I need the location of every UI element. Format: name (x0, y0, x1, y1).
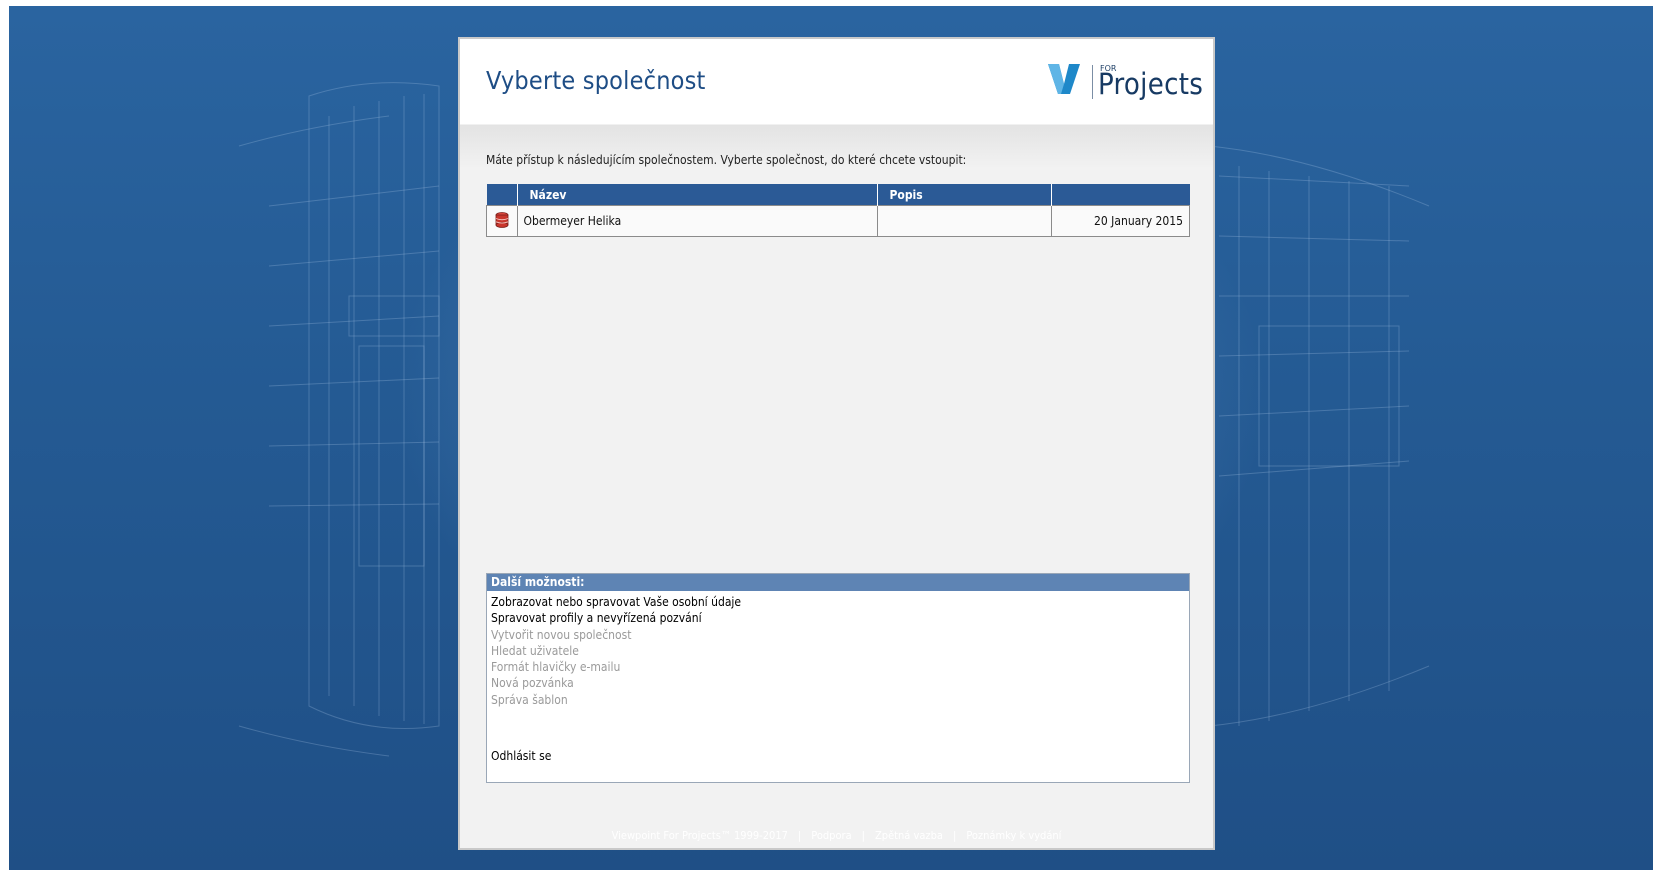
company-date-cell: 20 January 2015 (1050, 205, 1190, 237)
footer-link-feedback[interactable]: Zpětná vazba (875, 829, 943, 842)
company-selection-panel: Vyberte společnost FOR Projects Máte pří… (458, 37, 1215, 850)
table-header-row: Název Popis (486, 184, 1190, 206)
database-icon[interactable] (486, 205, 518, 237)
option-email-header-format-link: Formát hlavičky e-mailu (491, 660, 621, 675)
footer-separator: | (952, 829, 957, 842)
footer-link-release-notes[interactable]: Poznámky k vydání (966, 829, 1061, 842)
company-description-cell (876, 205, 1052, 237)
column-header-description[interactable]: Popis (877, 184, 1052, 206)
more-options-title: Další možnosti: (487, 574, 1189, 591)
companies-table: Název Popis Obermeyer Helika 20 January … (486, 184, 1190, 237)
panel-header: Vyberte společnost FOR Projects (460, 39, 1213, 125)
page-background: Vyberte společnost FOR Projects Máte pří… (9, 6, 1653, 870)
option-create-company-link: Vytvořit novou společnost (491, 627, 632, 642)
option-manage-profiles-link[interactable]: Spravovat profily a nevyřízená pozvání (491, 610, 1189, 626)
more-options-box: Další možnosti: Zobrazovat nebo spravova… (486, 573, 1190, 783)
more-options-list: Zobrazovat nebo spravovat Vaše osobní úd… (491, 594, 1189, 708)
intro-text: Máte přístup k následujícím společnostem… (486, 153, 967, 167)
page-title: Vyberte společnost (486, 66, 706, 95)
column-header-name[interactable]: Název (517, 184, 878, 206)
footer-separator: | (797, 829, 802, 842)
footer-separator: | (861, 829, 865, 842)
column-header-icon (486, 184, 518, 206)
logout-link[interactable]: Odhlásit se (491, 749, 551, 763)
option-template-management-link: Správa šablon (491, 692, 568, 707)
footer-link-support[interactable]: Podpora (811, 829, 851, 842)
logo-separator (1092, 65, 1093, 99)
company-name-cell[interactable]: Obermeyer Helika (516, 205, 878, 237)
table-row[interactable]: Obermeyer Helika 20 January 2015 (486, 205, 1190, 237)
column-header-date (1051, 184, 1190, 206)
logo-wordmark: Projects (1098, 67, 1204, 101)
viewpoint-v-logo-icon (1048, 64, 1080, 94)
viewpoint-for-projects-logo: FOR Projects (1048, 59, 1203, 109)
footer-copyright: Viewpoint For Projects™ 1999-2017 (611, 829, 788, 842)
option-personal-details-link[interactable]: Zobrazovat nebo spravovat Vaše osobní úd… (491, 594, 1189, 610)
option-find-users-link: Hledat uživatele (491, 643, 579, 658)
option-new-invitation-link: Nová pozvánka (491, 676, 574, 691)
footer: Viewpoint For Projects™ 1999-2017 | Podpor… (460, 829, 1213, 842)
